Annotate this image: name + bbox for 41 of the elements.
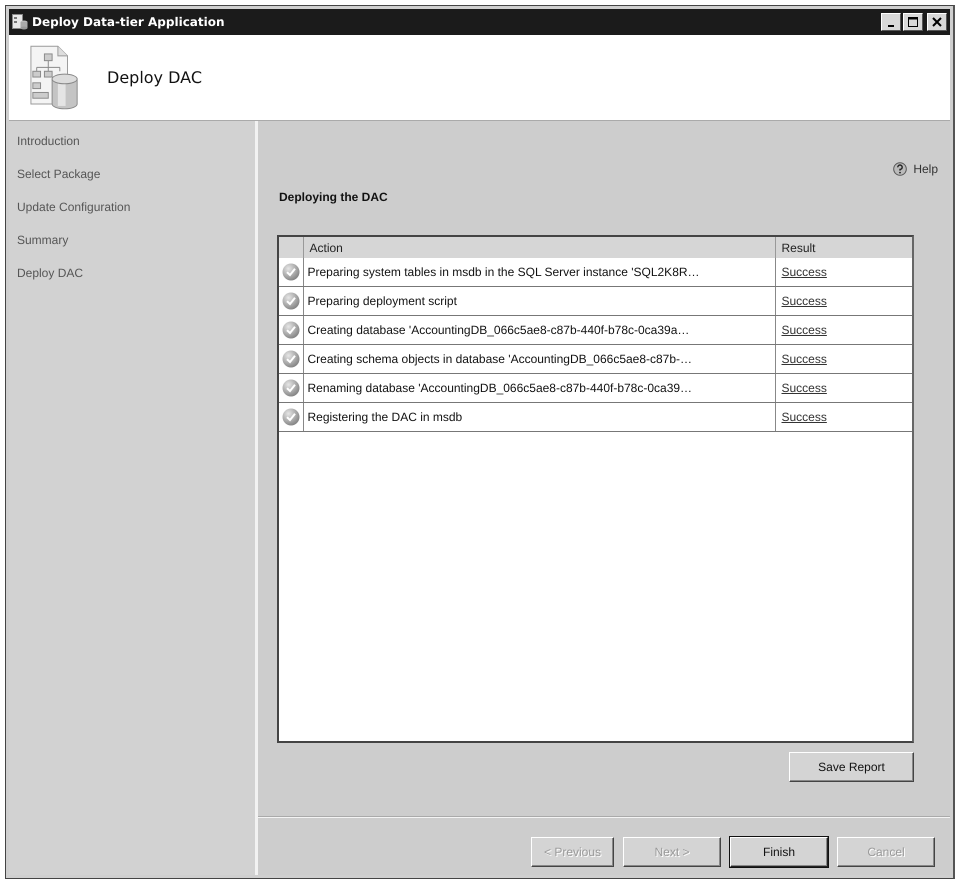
step-label: Introduction bbox=[16, 133, 80, 150]
check-icon bbox=[282, 292, 300, 310]
section-heading: Deploying the DAC bbox=[278, 189, 388, 205]
step-label: Summary bbox=[16, 232, 68, 249]
help-link[interactable]: Help bbox=[893, 162, 938, 176]
result-link[interactable]: Success bbox=[782, 323, 827, 337]
check-icon bbox=[282, 379, 300, 397]
check-icon bbox=[282, 321, 300, 339]
column-header[interactable]: Result bbox=[775, 237, 912, 258]
help-label: Help bbox=[913, 162, 938, 176]
result-link[interactable]: Success bbox=[782, 352, 827, 366]
app-icon bbox=[12, 14, 28, 30]
maximize-icon bbox=[908, 17, 918, 27]
table-cell: Preparing system tables in msdb in the SQL Server instance 'SQL2K8R… bbox=[303, 258, 775, 286]
window-title: Deploy Data-tier Application bbox=[32, 15, 225, 29]
step-label: Update Configuration bbox=[16, 199, 130, 216]
table-cell: Creating schema objects in database 'AccountingDB_066c5ae8-c87b-… bbox=[303, 344, 775, 374]
save-report-button[interactable]: Save Report bbox=[789, 752, 914, 782]
check-icon bbox=[282, 263, 300, 281]
result-link[interactable]: Success bbox=[782, 410, 827, 424]
table-cell: Creating database 'AccountingDB_066c5ae8-c87b-440f-b78c-0ca39a… bbox=[303, 316, 775, 344]
result-link[interactable]: Success bbox=[782, 381, 827, 395]
minimize-icon bbox=[888, 24, 894, 26]
table-cell: Preparing deployment script bbox=[303, 286, 775, 316]
maximize-button[interactable] bbox=[903, 13, 923, 31]
step-label: Select Package bbox=[16, 166, 100, 183]
table-cell: Registering the DAC in msdb bbox=[303, 402, 775, 432]
minimize-button[interactable] bbox=[881, 13, 901, 31]
step-label: Deploy DAC bbox=[16, 265, 84, 282]
check-icon bbox=[282, 408, 300, 426]
result-link[interactable]: Success bbox=[782, 265, 827, 279]
table-cell: Renaming database 'AccountingDB_066c5ae8-c87b-440f-b78c-0ca39… bbox=[303, 374, 775, 402]
result-link[interactable]: Success bbox=[782, 294, 827, 308]
close-icon bbox=[932, 17, 942, 27]
page-title: Deploy DAC bbox=[107, 68, 202, 87]
check-icon bbox=[282, 350, 300, 368]
wizard-button[interactable]: Finish bbox=[730, 837, 828, 867]
close-button[interactable] bbox=[927, 13, 947, 31]
help-icon bbox=[893, 162, 908, 176]
column-header bbox=[279, 237, 303, 258]
column-header[interactable]: Action bbox=[303, 237, 775, 258]
